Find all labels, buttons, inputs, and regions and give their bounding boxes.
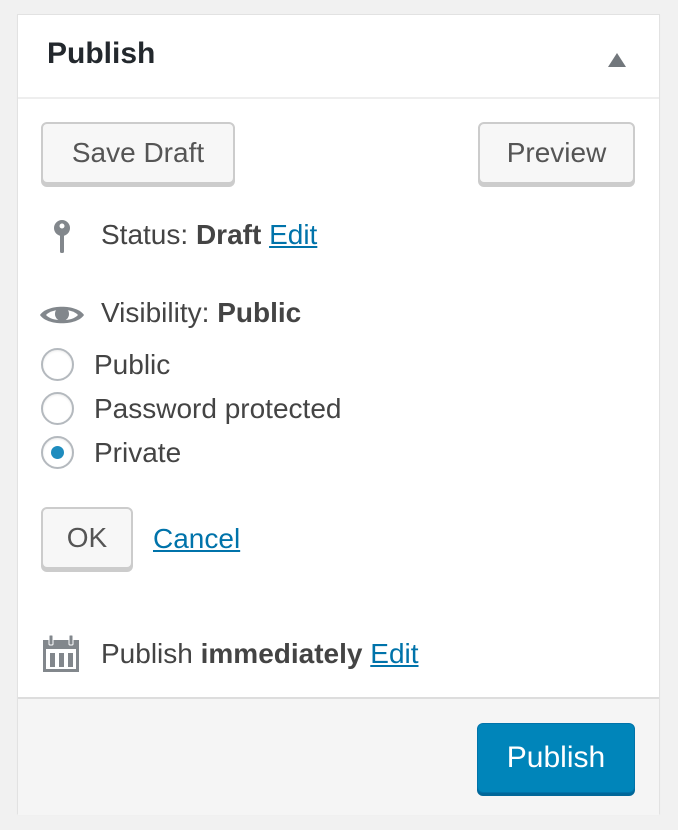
ok-button[interactable]: OK — [41, 507, 133, 569]
publish-panel: Publish Save Draft Preview Status: Draft… — [17, 14, 660, 815]
radio-label: Public — [94, 348, 171, 380]
publish-button[interactable]: Publish — [477, 723, 635, 793]
status-value: Draft — [195, 219, 262, 250]
status-row: Status: Draft Edit — [101, 219, 317, 251]
schedule-edit-link[interactable]: Edit — [370, 638, 418, 669]
calendar-icon — [43, 635, 79, 672]
radio-public[interactable] — [41, 348, 74, 381]
status-label: Status: — [101, 219, 189, 250]
schedule-value: immediately — [200, 638, 363, 669]
schedule-label: Publish — [101, 638, 193, 669]
radio-label: Password protected — [94, 392, 342, 424]
collapse-toggle-icon[interactable] — [608, 53, 626, 67]
radio-password-protected[interactable] — [41, 392, 74, 425]
preview-button[interactable]: Preview — [478, 122, 635, 184]
radio-option-private[interactable]: Private — [41, 436, 181, 469]
visibility-label: Visibility: — [101, 297, 210, 328]
status-edit-link[interactable]: Edit — [269, 219, 317, 250]
radio-option-password-protected[interactable]: Password protected — [41, 392, 341, 425]
visibility-row: Visibility: Public — [101, 297, 301, 329]
panel-footer: Publish — [18, 697, 659, 815]
radio-private[interactable] — [41, 436, 74, 469]
save-draft-button[interactable]: Save Draft — [41, 122, 235, 184]
eye-icon — [40, 306, 84, 324]
radio-label: Private — [94, 436, 182, 468]
visibility-value: Public — [217, 297, 302, 328]
cancel-link[interactable]: Cancel — [153, 523, 240, 555]
schedule-row: Publish immediately Edit — [101, 638, 419, 670]
panel-title: Publish — [47, 37, 156, 70]
radio-option-public[interactable]: Public — [41, 348, 170, 381]
panel-header: Publish — [18, 15, 659, 99]
key-icon — [54, 220, 70, 253]
